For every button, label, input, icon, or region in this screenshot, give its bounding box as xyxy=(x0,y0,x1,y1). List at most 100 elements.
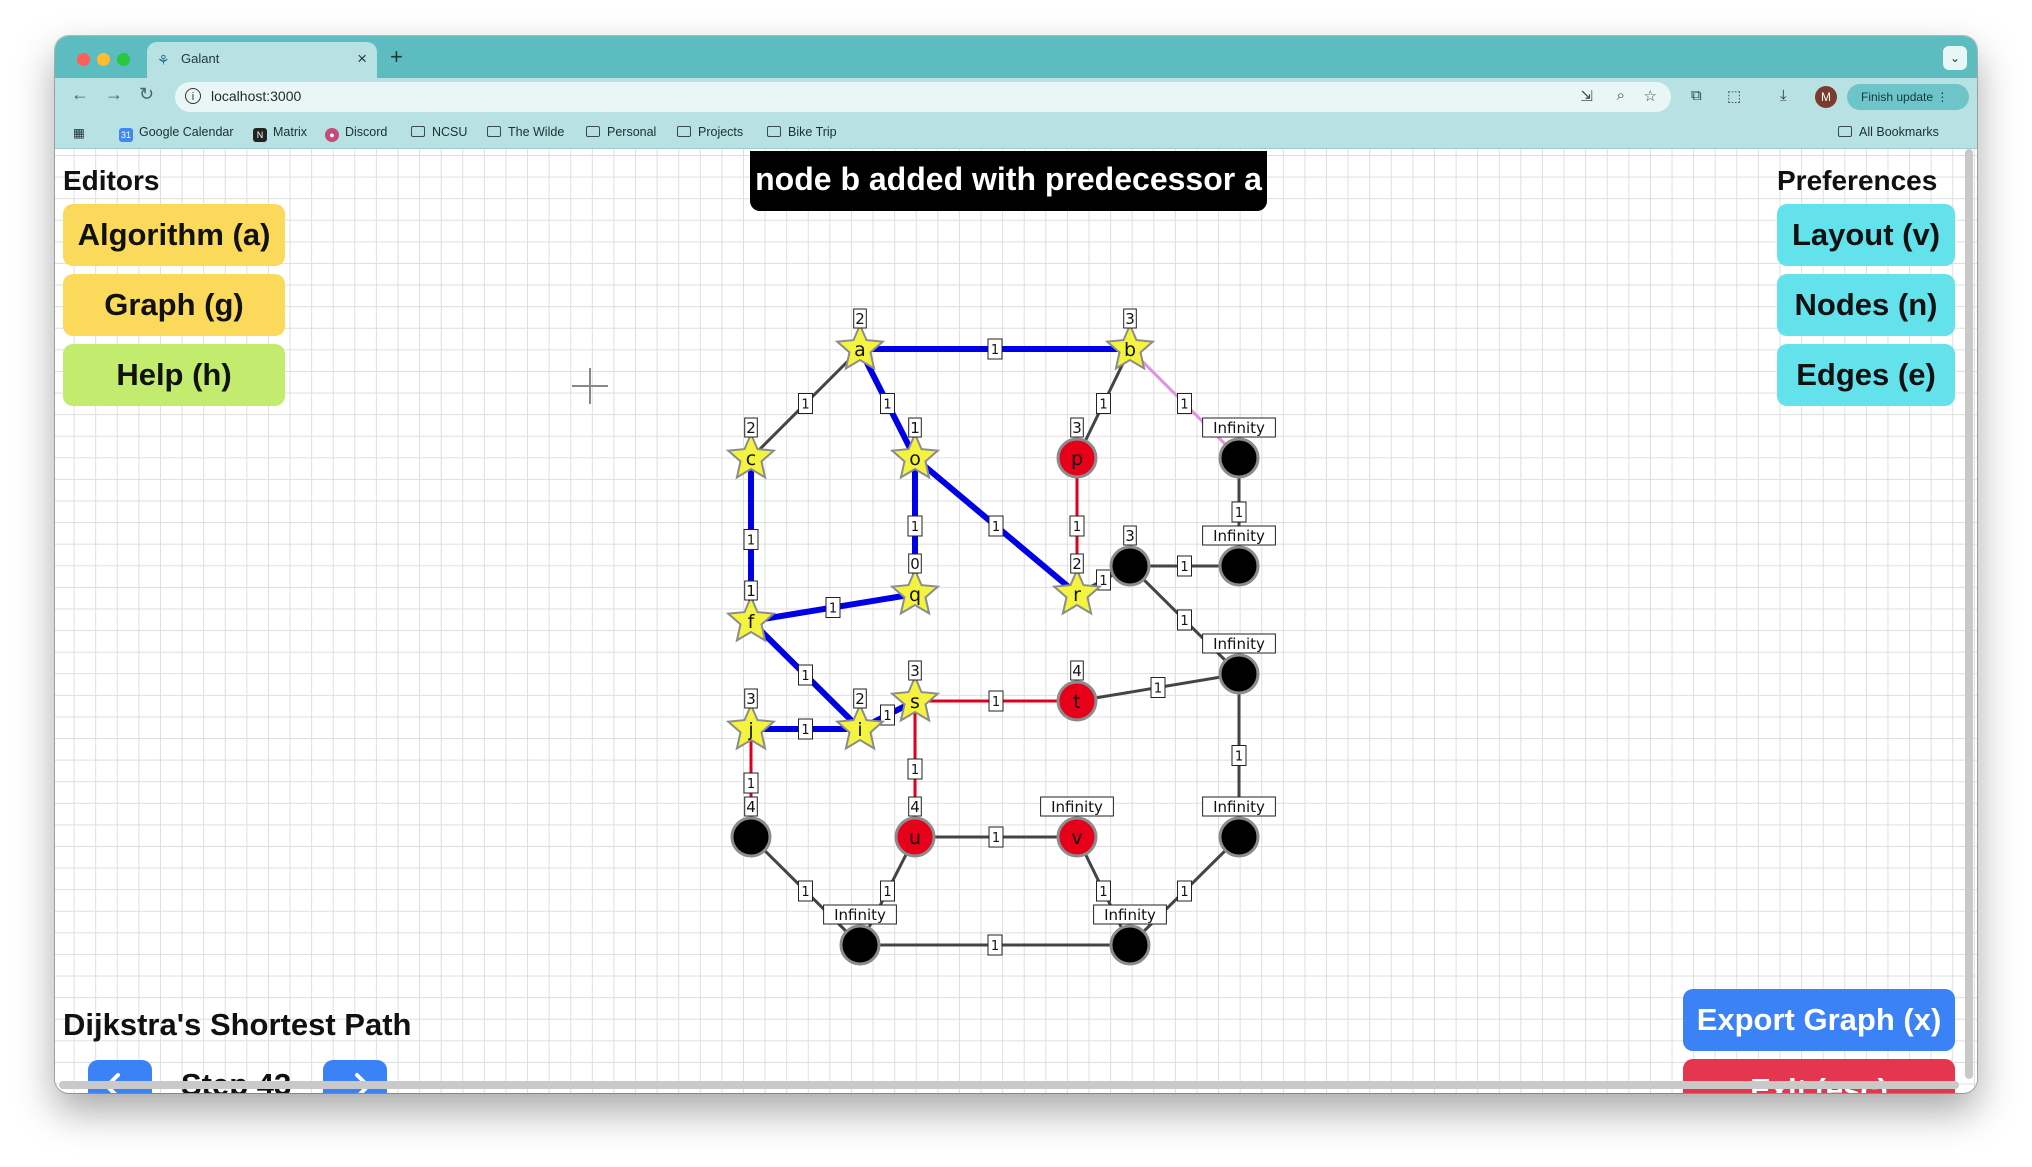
folder-icon xyxy=(586,126,600,137)
edge-weight-label: 1 xyxy=(1154,682,1162,697)
bookmark-label: Personal xyxy=(607,125,657,139)
edge-weight-label: 1 xyxy=(911,763,919,778)
node-n1 xyxy=(1218,437,1260,479)
node-label: c xyxy=(746,448,756,470)
tab-search-chevron-icon[interactable]: ⌄ xyxy=(1943,46,1967,70)
node-n3 xyxy=(1218,545,1260,587)
edge-weight-label: 1 xyxy=(1099,398,1107,413)
profile-avatar[interactable]: M xyxy=(1815,86,1837,108)
algorithm-name: Dijkstra's Shortest Path xyxy=(63,1007,412,1042)
edge-weight-label: 1 xyxy=(883,398,891,413)
address-bar[interactable]: i localhost:3000 ⇲ ⌕ ☆ xyxy=(175,82,1671,112)
apps-grid-icon[interactable]: ▦ xyxy=(73,125,85,140)
edge-weight-label: 1 xyxy=(992,695,1000,710)
bookmark-label: All Bookmarks xyxy=(1859,125,1939,139)
node-label: b xyxy=(1124,339,1136,361)
graph-canvas[interactable]: 1 1 1 1 1 1 1 1 1 1 1 1 1 1 1 1 1 1 1 1 1 1 1 1 1 1 1 1 a 2 b 3 c 2 o 1 p 3 In… xyxy=(55,149,1977,1093)
node-weight-label: 2 xyxy=(1072,555,1082,573)
node-weight-label: 1 xyxy=(746,582,756,600)
url-text[interactable]: localhost:3000 xyxy=(211,88,301,104)
edge-weight-label: 1 xyxy=(1180,398,1188,413)
edge-weight-label: 1 xyxy=(992,831,1000,846)
bookmark-ncsu[interactable]: NCSU xyxy=(411,125,467,139)
node-weight-label: 2 xyxy=(855,690,865,708)
edge-weight-label: 1 xyxy=(747,534,755,549)
bookmark-discord[interactable]: ● Discord xyxy=(325,125,387,142)
bookmark-projects[interactable]: Projects xyxy=(677,125,743,139)
forward-icon[interactable]: → xyxy=(105,84,123,105)
reload-icon[interactable]: ↻ xyxy=(139,84,154,105)
edge-weight-label: 1 xyxy=(911,520,919,535)
bookmark-label: Matrix xyxy=(273,125,308,139)
node-weight-label: 2 xyxy=(746,419,756,437)
node-label: t xyxy=(1073,691,1080,713)
edge-weight-label: 1 xyxy=(1235,750,1243,765)
node-weight-label: 3 xyxy=(1072,419,1082,437)
node-label: j xyxy=(747,719,753,741)
download-icon[interactable]: ⤓ xyxy=(1780,87,1787,104)
tab-galant[interactable]: ⚘ Galant × xyxy=(147,42,377,78)
edge-weight-label: 1 xyxy=(1180,885,1188,900)
node-weight-label: Infinity xyxy=(834,906,886,924)
node-weight-label: 4 xyxy=(746,798,756,816)
bookmark-the-wilde[interactable]: The Wilde xyxy=(487,125,564,139)
tab-groups-icon[interactable]: ⧉ xyxy=(1691,87,1702,104)
edge-weight-label: 1 xyxy=(1099,885,1107,900)
node-n7 xyxy=(839,924,881,966)
node-n6 xyxy=(1218,816,1260,858)
browser-toolbar: ← → ↻ i localhost:3000 ⇲ ⌕ ☆ ⧉ ⬚ ⤓ M Fin… xyxy=(55,78,1977,116)
galant-canvas-page[interactable]: Editors Algorithm (a) Graph (g) Help (h)… xyxy=(55,149,1977,1093)
edge-weight-label: 1 xyxy=(801,723,809,738)
back-icon[interactable]: ← xyxy=(71,84,89,105)
edge-weight-label: 1 xyxy=(1180,560,1188,575)
tab-close-icon[interactable]: × xyxy=(357,49,367,69)
edge-weight-label: 1 xyxy=(991,343,999,358)
folder-icon xyxy=(767,126,781,137)
bookmark-all-bookmarks[interactable]: All Bookmarks xyxy=(1838,125,1939,139)
bookmark-personal[interactable]: Personal xyxy=(586,125,656,139)
node-weight-label: 1 xyxy=(910,419,920,437)
folder-icon xyxy=(411,126,425,137)
horizontal-scrollbar[interactable] xyxy=(59,1081,1959,1089)
node-weight-label: 4 xyxy=(1072,662,1082,680)
bookmark-star-icon[interactable]: ☆ xyxy=(1644,87,1657,105)
edge-weight-label: 1 xyxy=(747,777,755,792)
install-app-icon[interactable]: ⇲ xyxy=(1580,87,1593,105)
node-weight-label: 3 xyxy=(910,662,920,680)
node-weight-label: 2 xyxy=(855,310,865,328)
vertical-scrollbar[interactable] xyxy=(1965,149,1973,1079)
bookmarks-bar: ▦ 31 Google Calendar N Matrix ● Discord NCS… xyxy=(55,116,1977,149)
bookmark-label: Bike Trip xyxy=(788,125,837,139)
discord-icon: ● xyxy=(325,128,339,142)
edge-weight-label: 1 xyxy=(1235,506,1243,521)
node-n5 xyxy=(730,816,772,858)
new-tab-button[interactable]: + xyxy=(390,44,403,70)
export-graph-button[interactable]: Export Graph (x) xyxy=(1683,989,1955,1051)
site-info-icon[interactable]: i xyxy=(185,88,201,104)
node-weight-label: 0 xyxy=(910,555,920,573)
node-weight-label: Infinity xyxy=(1213,527,1265,545)
bookmark-bike-trip[interactable]: Bike Trip xyxy=(767,125,837,139)
bookmark-label: NCSU xyxy=(432,125,468,139)
edge-weight-label: 1 xyxy=(801,669,809,684)
bookmark-label: Google Calendar xyxy=(139,125,234,139)
bookmark-google-calendar[interactable]: 31 Google Calendar xyxy=(119,125,234,142)
matrix-icon: N xyxy=(253,128,267,142)
extensions-icon[interactable]: ⬚ xyxy=(1727,87,1741,105)
bookmark-label: Projects xyxy=(698,125,744,139)
zoom-icon[interactable]: ⌕ xyxy=(1617,87,1625,104)
minimize-window-button[interactable] xyxy=(97,53,110,66)
node-label: p xyxy=(1071,448,1083,470)
edge-weight-label: 1 xyxy=(829,602,837,617)
node-label: o xyxy=(909,448,921,470)
edge-weight-label: 1 xyxy=(801,885,809,900)
folder-icon xyxy=(487,126,501,137)
browser-window: ⚘ Galant × + ⌄ ← → ↻ i localhost:3000 ⇲ … xyxy=(55,36,1977,1093)
finish-update-button[interactable]: Finish update ⋮ xyxy=(1847,84,1969,110)
node-label: i xyxy=(857,719,862,741)
maximize-window-button[interactable] xyxy=(117,53,130,66)
close-window-button[interactable] xyxy=(77,53,90,66)
edge-weight-label: 1 xyxy=(801,398,809,413)
bookmark-matrix[interactable]: N Matrix xyxy=(253,125,307,142)
finish-update-label: Finish update xyxy=(1861,90,1934,104)
